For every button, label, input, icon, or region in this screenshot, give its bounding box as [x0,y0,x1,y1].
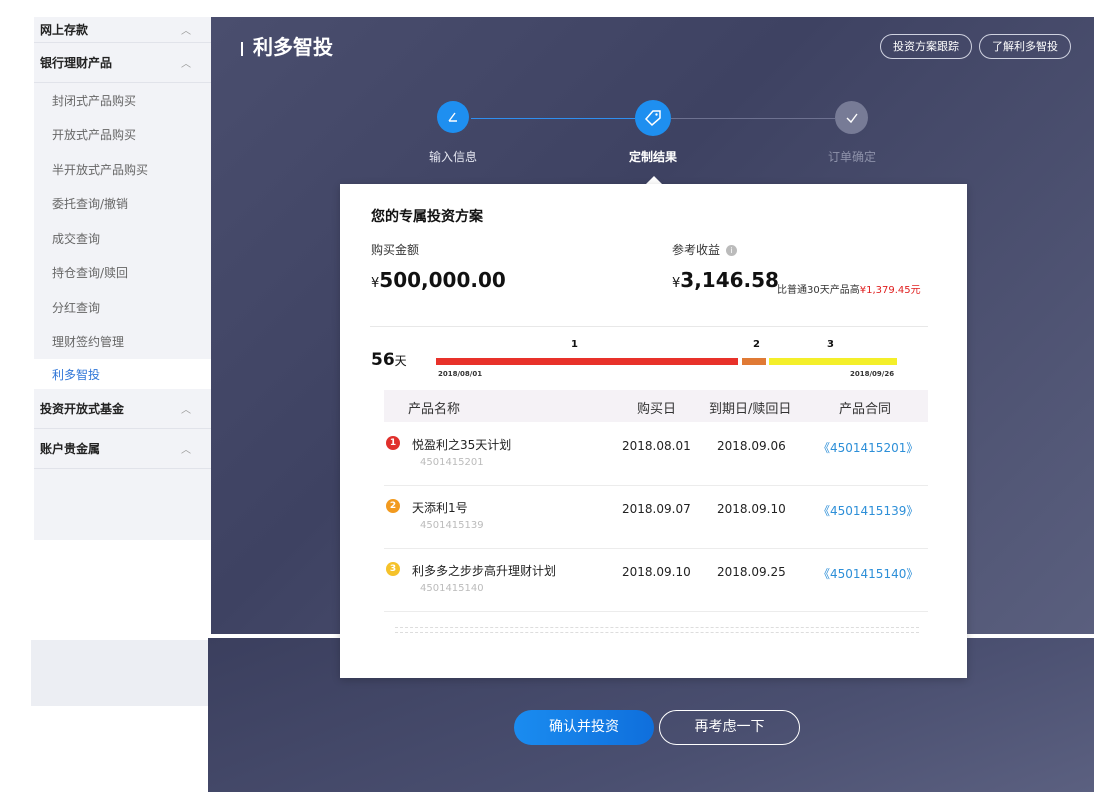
days-unit: 天 [394,354,407,368]
chevron-up-icon: ︿ [181,445,191,456]
sidebar-group-fund[interactable]: 投资开放式基金 ︿ [34,389,211,429]
product-code: 4501415139 [420,520,484,531]
column-header-buy-date: 购买日 [637,402,677,417]
sidebar-submenu: 封闭式产品购买 开放式产品购买 半开放式产品购买 委托查询/撤销 成交查询 持仓… [34,83,211,389]
plan-track-button[interactable]: 投资方案跟踪 [880,34,972,59]
yield-value: ¥3,146.58 [672,268,779,292]
timeline-segment-2 [742,358,766,365]
sidebar-item-trade-query[interactable]: 成交查询 [34,221,211,256]
step-connector-pending [671,118,835,119]
duration-days: 56天 [371,350,407,370]
sidebar: 网上存款 ︿ 银行理财产品 ︿ 封闭式产品购买 开放式产品购买 半开放式产品购买… [34,17,211,540]
title-bar-divider [241,41,243,56]
due-date: 2018.09.10 [717,502,786,516]
pencil-icon [437,101,469,133]
table-row: 2 天添利1号 4501415139 2018.09.07 2018.09.10… [384,487,928,549]
product-name: 悦盈利之35天计划 [412,438,512,452]
chevron-up-icon: ︿ [181,59,191,70]
segment-number-3: 3 [827,339,834,350]
info-icon[interactable]: i [726,245,738,256]
comparison-value: ¥1,379.45 [859,285,911,296]
yield-number: 3,146.58 [680,268,779,292]
amount-value: ¥500,000.00 [371,268,506,292]
contract-link[interactable]: 《4501415139》 [818,502,918,519]
chevron-up-icon: ︿ [181,405,191,416]
due-date: 2018.09.06 [717,439,786,453]
product-code: 4501415140 [420,583,484,594]
sidebar-group-wealth[interactable]: 银行理财产品 ︿ [34,43,211,83]
table-row: 1 悦盈利之35天计划 4501415201 2018.08.01 2018.0… [384,424,928,486]
yield-label-text: 参考收益 [672,243,721,257]
sidebar-group-label: 银行理财产品 [40,56,113,70]
sidebar-item-order-query[interactable]: 委托查询/撤销 [34,187,211,222]
product-code: 4501415201 [420,457,484,468]
sidebar-lower-panel [31,640,208,706]
timeline-segment-3 [769,358,897,365]
sidebar-group-label: 账户贵金属 [40,442,101,456]
sidebar-item-dividend-query[interactable]: 分红查询 [34,290,211,325]
buy-date: 2018.08.01 [622,439,691,453]
tag-icon [635,100,671,136]
result-card: 您的专属投资方案 购买金额 ¥500,000.00 参考收益 i ¥3,146.5… [340,184,967,678]
product-name: 天添利1号 [412,501,468,515]
divider [370,326,928,327]
contract-link[interactable]: 《4501415201》 [818,439,918,456]
page-title: 利多智投 [241,31,333,60]
timeline-end-date: 2018/09/26 [850,370,895,378]
sidebar-group-label: 网上存款 [40,23,89,37]
column-header-name: 产品名称 [408,402,461,417]
column-header-due-date: 到期日/赎回日 [709,402,792,417]
sidebar-item-open-purchase[interactable]: 开放式产品购买 [34,118,211,153]
table-row: 3 利多多之步步高升理财计划 4501415140 2018.09.10 201… [384,550,928,612]
step-connector-done [471,118,635,119]
days-number: 56 [371,350,395,370]
rank-badge: 1 [386,436,400,450]
confirm-invest-button[interactable]: 确认并投资 [514,710,654,745]
sidebar-item-smart-invest[interactable]: 利多智投 [34,359,211,389]
sidebar-item-closed-purchase[interactable]: 封闭式产品购买 [34,83,211,118]
yield-comparison: 比普通30天产品高¥1,379.45元 [777,281,921,296]
step-label-result: 定制结果 [628,150,677,164]
sidebar-group-metal[interactable]: 账户贵金属 ︿ [34,429,211,469]
buy-date: 2018.09.10 [622,565,691,579]
sidebar-item-position-query[interactable]: 持仓查询/赎回 [34,256,211,291]
card-title: 您的专属投资方案 [371,209,483,225]
column-header-contract: 产品合同 [839,402,892,417]
contract-link[interactable]: 《4501415140》 [818,565,918,582]
chevron-up-icon: ︿ [181,26,191,37]
sidebar-group-label: 投资开放式基金 [40,402,125,416]
step-label-confirm: 订单确定 [827,150,876,164]
product-name: 利多多之步步高升理财计划 [412,564,557,578]
reconsider-button[interactable]: 再考虑一下 [659,710,800,745]
page-title-text: 利多智投 [253,35,333,59]
table-header: 产品名称 购买日 到期日/赎回日 产品合同 [384,390,928,422]
step-label-input: 输入信息 [428,150,477,164]
rank-badge: 2 [386,499,400,513]
page: 网上存款 ︿ 银行理财产品 ︿ 封闭式产品购买 开放式产品购买 半开放式产品购买… [0,0,1094,794]
due-date: 2018.09.25 [717,565,786,579]
sidebar-item-semi-open-purchase[interactable]: 半开放式产品购买 [34,152,211,187]
segment-number-1: 1 [571,339,578,350]
yield-label: 参考收益 i [672,241,738,258]
rank-badge: 3 [386,562,400,576]
amount-label: 购买金额 [371,243,420,257]
learn-more-button[interactable]: 了解利多智投 [979,34,1071,59]
sidebar-item-contract-management[interactable]: 理财签约管理 [34,325,211,360]
amount-number: 500,000.00 [379,268,506,292]
table-footer-divider [395,627,919,633]
segment-number-2: 2 [753,339,760,350]
timeline-start-date: 2018/08/01 [438,370,483,378]
check-icon [835,101,868,134]
comparison-suffix: 元 [910,285,921,296]
buy-date: 2018.09.07 [622,502,691,516]
sidebar-group-deposit[interactable]: 网上存款 ︿ [34,17,211,43]
comparison-prefix: 比普通30天产品高 [777,285,860,296]
timeline-segment-1 [436,358,738,365]
